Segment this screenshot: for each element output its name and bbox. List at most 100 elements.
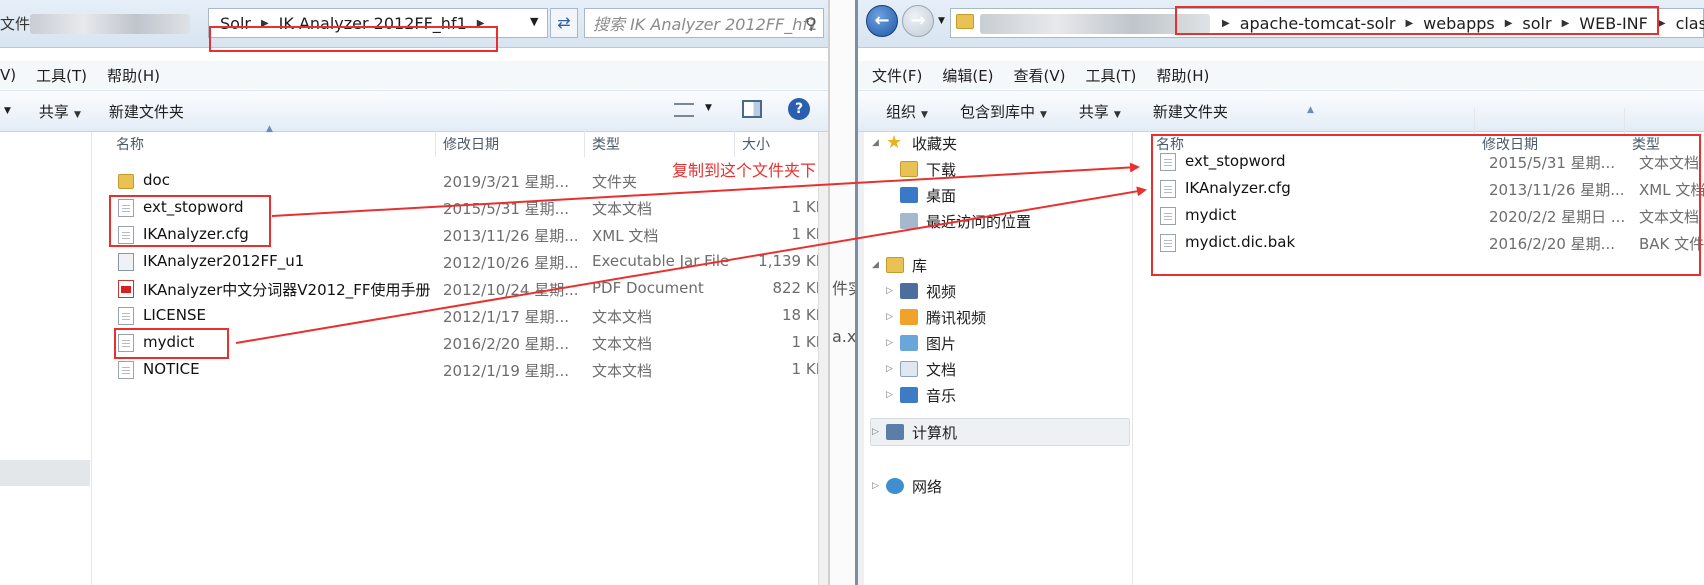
nav-dropdown-icon[interactable]: ▼ [938,16,945,26]
nav-music[interactable]: ▷ 音乐 [886,382,956,408]
forward-button[interactable]: → [902,5,934,37]
file-row[interactable]: NOTICE 2012/1/19 星期... 文本文档 1 KB [112,357,826,383]
file-type: 文本文档 [592,308,653,326]
nav-video[interactable]: ▷ 视频 [886,278,956,304]
new-folder-button[interactable]: 新建文件夹 [1153,101,1228,122]
file-size: 822 KB [772,279,826,297]
collapse-arrow-icon[interactable]: ▷ [886,312,900,322]
nav-library[interactable]: ◢ 库 [872,252,927,278]
collapse-arrow-icon[interactable]: ▷ [872,427,886,437]
video-icon [900,283,918,299]
column-size[interactable]: 大小 [742,131,770,157]
download-folder-icon [900,161,918,177]
nav-desktop[interactable]: 桌面 [900,182,956,208]
caret-icon[interactable]: ▼ [4,106,11,116]
highlight-right-files [1151,134,1701,276]
column-date[interactable]: 修改日期 [443,131,499,157]
left-scrollbar[interactable] [818,132,828,585]
nav-favorites[interactable]: ◢ ★ 收藏夹 [872,130,957,156]
expand-arrow-icon[interactable]: ◢ [872,260,886,270]
share-button[interactable]: 共享 ▼ [1079,101,1121,122]
left-explorer-window: 文件 Solr ▶ IK Analyzer 2012FF_hf1 ▶ ▼ ⇄ 搜… [0,0,828,585]
nav-left-scrollbar[interactable] [858,132,864,585]
file-date: 2012/1/19 星期... [443,362,569,380]
file-name: IKAnalyzer中文分词器V2012_FF使用手册 [143,281,431,299]
back-button[interactable]: ← [866,5,898,37]
organize-button[interactable]: 组织 ▼ [886,101,928,122]
help-icon[interactable]: ? [788,98,810,120]
file-row[interactable]: IKAnalyzer中文分词器V2012_FF使用手册 2012/10/24 星期… [112,276,826,302]
right-nav-pane: ◢ ★ 收藏夹 下载 桌面 最近访问的位置 ◢ 库 ▷ 视频 ▷ 腾讯视频 ▷ … [858,132,1133,585]
annotation-text: 复制到这个文件夹下 [672,161,817,180]
address-dropdown-icon[interactable]: ▼ [530,15,538,28]
include-in-library-button[interactable]: 包含到库中 ▼ [960,101,1047,122]
menu-help[interactable]: 帮助(H) [107,65,160,86]
file-type: 文本文档 [592,200,653,218]
search-icon[interactable]: ⚲ [805,14,817,33]
file-date: 2012/10/24 星期... [443,281,579,299]
preview-pane-icon[interactable] [742,100,762,118]
collapse-arrow-icon[interactable]: ▷ [886,390,900,400]
view-dropdown-icon[interactable]: ▼ [705,103,712,113]
computer-icon [886,424,904,440]
nav-network[interactable]: ▷ 网络 [872,473,942,499]
nav-pictures[interactable]: ▷ 图片 [886,330,956,356]
file-name: IKAnalyzer2012FF_u1 [143,252,305,270]
nav-desktop-label: 桌面 [926,186,957,205]
file-date: 2013/11/26 星期... [443,227,579,245]
highlight-ext-stopword [109,195,271,247]
background-window-strip: 件实 a.x [828,0,858,585]
crumb-classes[interactable]: classes [1676,14,1704,33]
highlight-left-address [209,26,498,52]
folder-icon [118,174,134,189]
file-type: Executable Jar File [592,252,730,270]
column-divider[interactable] [734,131,735,157]
menu-view[interactable]: 查看(V) [1014,65,1066,86]
nav-tencent-video[interactable]: ▷ 腾讯视频 [886,304,986,330]
refresh-icon[interactable]: ⇄ [550,8,578,38]
jar-file-icon [118,253,134,271]
column-type[interactable]: 类型 [592,131,620,157]
column-divider[interactable] [1474,108,1475,134]
chevron-right-icon[interactable]: ▶ [1658,18,1666,29]
collapse-arrow-icon[interactable]: ▷ [886,364,900,374]
file-size: 1 KB [791,333,826,351]
collapse-arrow-icon[interactable]: ▷ [872,481,886,491]
column-divider[interactable] [584,131,585,157]
menu-tools[interactable]: 工具(T) [36,65,87,86]
nav-scroll-block[interactable] [0,460,90,486]
view-options-icon[interactable] [674,103,694,117]
file-date: 2019/3/21 星期... [443,173,569,191]
column-divider[interactable] [1624,108,1625,134]
nav-video-label: 视频 [926,282,957,301]
file-name: doc [143,171,170,189]
menu-tools[interactable]: 工具(T) [1086,65,1137,86]
blurred-path [30,14,190,34]
column-name[interactable]: 名称 [116,131,144,157]
right-menubar: 文件(F) 编辑(E) 查看(V) 工具(T) 帮助(H) [858,61,1704,89]
share-button[interactable]: 共享 ▼ [39,101,81,122]
file-date: 2016/2/20 星期... [443,335,569,353]
left-search-input[interactable]: 搜索 IK Analyzer 2012FF_hf1 ⚲ [584,8,824,38]
menu-edit[interactable]: 编辑(E) [942,65,993,86]
collapse-arrow-icon[interactable]: ▷ [886,286,900,296]
menu-file[interactable]: 文件(F) [872,65,922,86]
menu-help[interactable]: 帮助(H) [1156,65,1209,86]
file-type: 文本文档 [592,362,653,380]
file-row[interactable]: LICENSE 2012/1/17 星期... 文本文档 18 KB [112,303,826,329]
file-size: 1 KB [791,198,826,216]
column-divider[interactable] [435,131,436,157]
nav-recent[interactable]: 最近访问的位置 [900,208,1031,234]
nav-downloads-label: 下载 [926,160,957,179]
menu-view-fragment[interactable]: V) [0,66,16,84]
nav-downloads[interactable]: 下载 [900,156,956,182]
desktop-icon [900,187,918,203]
left-menubar: V) 工具(T) 帮助(H) [0,61,828,89]
expand-arrow-icon[interactable]: ◢ [872,138,886,148]
collapse-arrow-icon[interactable]: ▷ [886,338,900,348]
nav-computer[interactable]: ▷ 计算机 [872,419,957,445]
new-folder-button[interactable]: 新建文件夹 [109,101,184,122]
file-row[interactable]: IKAnalyzer2012FF_u1 2012/10/26 星期... Execu… [112,249,826,275]
nav-documents[interactable]: ▷ 文档 [886,356,956,382]
left-toolbar: ▼ 共享 ▼ 新建文件夹 ▼ ? [0,90,828,132]
